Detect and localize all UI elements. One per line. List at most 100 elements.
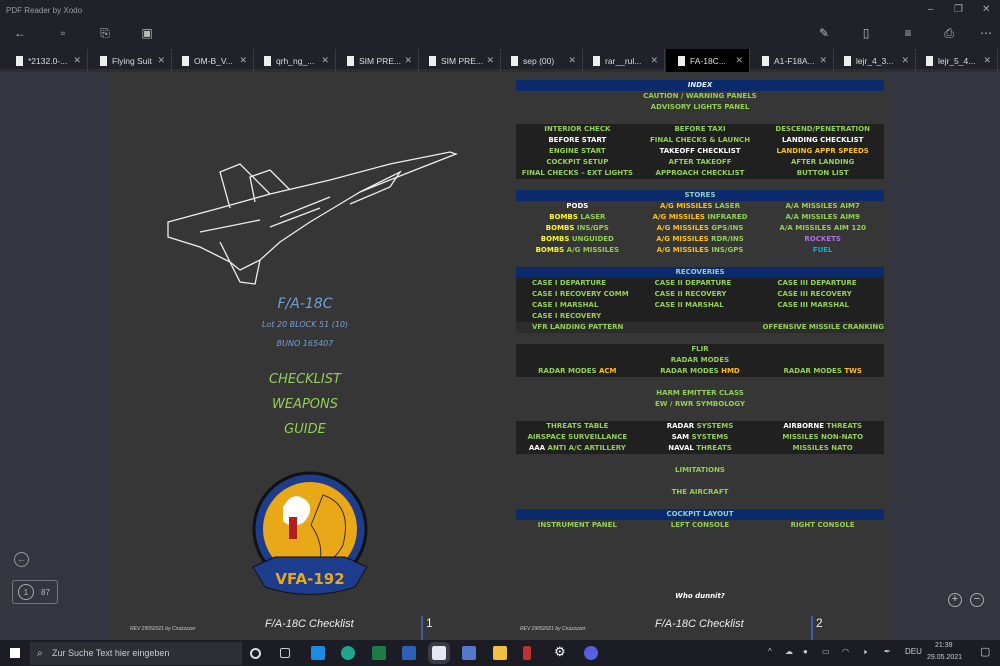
page-indicator[interactable]: 1 87 — [12, 580, 58, 604]
panel-icon[interactable]: ▯ — [858, 26, 874, 40]
notifications-icon[interactable]: ▢ — [980, 645, 990, 658]
index-link[interactable]: CASE II MARSHAL — [655, 301, 724, 309]
index-link[interactable]: BOMBS — [546, 224, 577, 232]
zoom-out-button[interactable]: − — [970, 593, 984, 607]
index-link[interactable]: INS/GPS — [577, 224, 609, 232]
close-tab-icon[interactable]: ✕ — [568, 55, 576, 66]
index-link[interactable]: AIRBORNE — [783, 422, 826, 430]
index-link[interactable]: MISSILES NATO — [793, 444, 853, 452]
index-link[interactable]: ADVISORY LIGHTS PANEL — [651, 102, 750, 113]
clock-time[interactable]: 21:39 — [935, 642, 953, 649]
edge-icon[interactable] — [341, 646, 355, 660]
close-tab-icon[interactable]: ✕ — [73, 55, 81, 66]
index-link[interactable]: ROCKETS — [804, 235, 841, 243]
index-link[interactable]: INSTRUMENT PANEL — [538, 521, 617, 529]
index-link[interactable]: LEFT CONSOLE — [671, 521, 729, 529]
index-link[interactable]: APPROACH CHECKLIST — [656, 169, 745, 177]
index-link[interactable]: LANDING APPR SPEEDS — [777, 147, 869, 155]
tab-0[interactable]: *2132.0-... ✕ — [4, 49, 88, 72]
index-link[interactable]: PODS — [566, 202, 588, 210]
index-link[interactable]: A/G MISSILES — [656, 235, 711, 243]
windows-start-icon[interactable] — [10, 648, 20, 658]
mail-icon[interactable] — [311, 646, 325, 660]
index-link[interactable]: CASE I RECOVERY COMM — [532, 290, 629, 298]
messenger-icon[interactable] — [584, 646, 598, 660]
battery-icon[interactable]: ▭ — [822, 647, 830, 656]
index-link[interactable]: RADAR MODES — [783, 367, 844, 375]
tab-2[interactable]: OM-B_V... ✕ — [170, 49, 254, 72]
close-tab-icon[interactable]: ✕ — [404, 55, 412, 66]
index-link[interactable]: AAA — [529, 444, 548, 452]
index-link[interactable]: VFR LANDING PATTERN — [532, 323, 623, 331]
index-link[interactable]: MISSILES NON-NATO — [782, 433, 863, 441]
tab-3[interactable]: qrh_ng_... ✕ — [252, 49, 336, 72]
clock-date[interactable]: 29.05.2021 — [927, 654, 962, 661]
index-link[interactable]: ENGINE START — [549, 147, 606, 155]
close-tab-icon[interactable]: ✕ — [650, 55, 658, 66]
index-link[interactable]: CASE I DEPARTURE — [532, 279, 606, 287]
index-link[interactable]: BUTTON LIST — [797, 169, 849, 177]
previous-page-button[interactable]: ← — [14, 552, 29, 567]
index-link[interactable]: HARM EMITTER CLASS — [656, 388, 744, 399]
tab-9[interactable]: A1-F18A... ✕ — [750, 49, 834, 72]
index-link[interactable]: A/A MISSILES AIM7 — [786, 202, 860, 210]
taskbar-search-input[interactable]: ⌕ Zur Suche Text hier eingeben — [30, 642, 242, 665]
index-link[interactable]: CASE I RECOVERY — [532, 312, 601, 320]
index-link[interactable]: INS/GPS — [711, 246, 743, 254]
index-link[interactable]: A/G MISSILES — [660, 202, 715, 210]
index-link[interactable]: ACM — [599, 367, 617, 375]
restore-button[interactable]: ❐ — [954, 4, 963, 15]
index-link[interactable]: OFFENSIVE MISSILE CRANKING — [763, 323, 885, 331]
index-link[interactable]: RDR/INS — [711, 235, 744, 243]
close-tab-icon[interactable]: ✕ — [239, 55, 247, 66]
close-tab-icon[interactable]: ✕ — [901, 55, 909, 66]
index-link[interactable]: A/G MISSILES — [653, 213, 708, 221]
index-link[interactable]: RIGHT CONSOLE — [791, 521, 855, 529]
index-link[interactable]: DESCEND/PENETRATION — [775, 125, 870, 133]
index-link[interactable]: LASER — [715, 202, 740, 210]
close-tab-icon[interactable]: ✕ — [983, 55, 991, 66]
index-link[interactable]: UNGUIDED — [572, 235, 614, 243]
index-link[interactable]: CASE III RECOVERY — [777, 290, 851, 298]
back-icon[interactable]: ← — [12, 26, 28, 40]
index-link[interactable]: AIRSPACE SURVEILLANCE — [527, 433, 627, 441]
close-tab-icon[interactable]: ✕ — [321, 55, 329, 66]
index-link[interactable]: BOMBS — [549, 213, 580, 221]
index-link[interactable]: NAVAL — [668, 444, 696, 452]
close-tab-icon[interactable]: ✕ — [735, 55, 743, 66]
index-link[interactable]: SYSTEMS — [692, 433, 729, 441]
edit-icon[interactable]: ✎ — [816, 26, 832, 40]
index-link[interactable]: AFTER TAKEOFF — [669, 158, 732, 166]
index-link[interactable]: RADAR MODES — [538, 367, 599, 375]
index-link[interactable]: THREATS — [827, 422, 863, 430]
tab-4[interactable]: SIM PRE... ✕ — [335, 49, 419, 72]
tray-app-icon[interactable]: ● — [803, 647, 808, 656]
index-link[interactable]: RADAR MODES — [660, 367, 721, 375]
index-link[interactable]: EW / RWR SYMBOLOGY — [655, 399, 745, 410]
app-icon-2[interactable] — [523, 646, 531, 660]
index-link[interactable]: CASE I MARSHAL — [532, 301, 598, 309]
index-link[interactable]: RADAR MODES — [671, 355, 729, 366]
index-link[interactable]: INFRARED — [707, 213, 747, 221]
task-view-icon[interactable] — [280, 648, 290, 658]
more-icon[interactable]: ⋯ — [978, 26, 994, 40]
xodo-icon[interactable] — [428, 642, 450, 664]
zoom-in-button[interactable]: + — [948, 593, 962, 607]
index-link[interactable]: A/G MISSILES — [657, 246, 712, 254]
index-link[interactable]: THE AIRCRAFT — [672, 487, 729, 498]
index-link[interactable]: TAKEOFF CHECKLIST — [659, 147, 740, 155]
file-explorer-icon[interactable] — [493, 646, 507, 660]
index-link[interactable]: THREATS TABLE — [546, 422, 608, 430]
index-link[interactable]: FUEL — [813, 246, 833, 254]
index-link[interactable]: HMD — [721, 367, 740, 375]
index-link[interactable]: LIMITATIONS — [675, 465, 725, 476]
network-icon[interactable]: ◠ — [842, 647, 849, 656]
tab-8[interactable]: FA-18C... ✕ — [666, 49, 750, 72]
index-link[interactable]: CAUTION / WARNING PANELS — [643, 91, 756, 102]
tab-1[interactable]: Flying Suit ✕ — [88, 49, 172, 72]
save-all-icon[interactable]: ▣ — [139, 26, 155, 40]
close-tab-icon[interactable]: ✕ — [819, 55, 827, 66]
index-link[interactable]: TWS — [844, 367, 862, 375]
index-link[interactable]: COCKPIT SETUP — [546, 158, 608, 166]
language-indicator[interactable]: DEU — [905, 647, 922, 656]
